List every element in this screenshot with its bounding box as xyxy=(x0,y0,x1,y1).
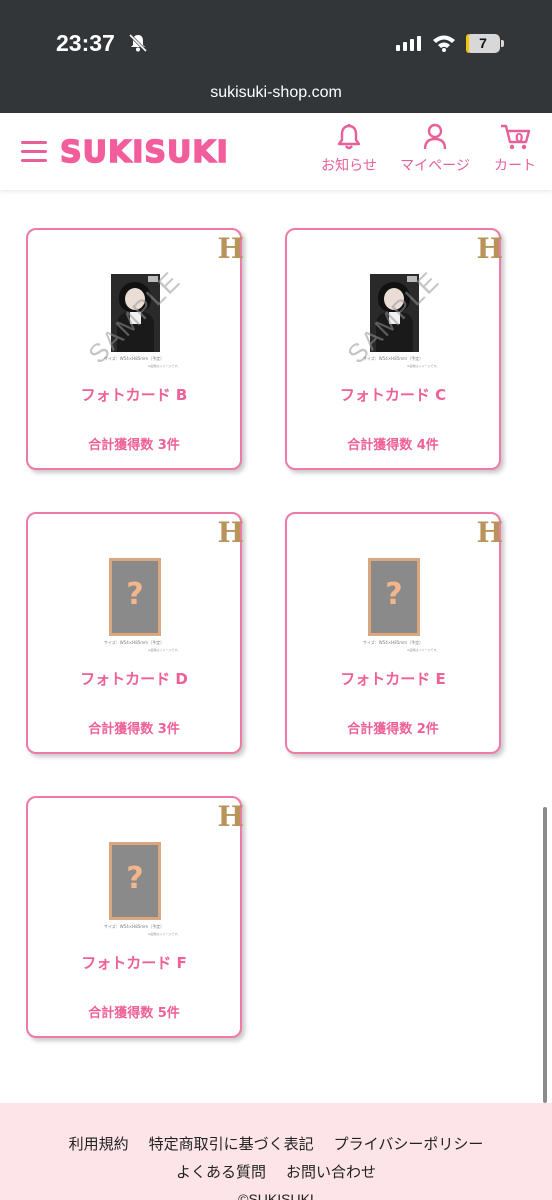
card-title: フォトカード D xyxy=(80,670,188,688)
cart-label: カート xyxy=(494,158,536,174)
battery-icon: 7 xyxy=(466,34,500,53)
bell-muted-icon xyxy=(128,33,148,57)
mypage-label: マイページ xyxy=(400,158,470,174)
image-note: ※画像はイメージです。 xyxy=(147,364,181,368)
photocard-item[interactable]: H SAMPLE サイズ：W54×H85mm（予定） ※画像はイメージです。 フ… xyxy=(26,228,244,470)
grade-badge: H xyxy=(217,516,244,549)
footer-link-contact[interactable]: お問い合わせ xyxy=(286,1163,376,1181)
footer-link-commerce-law[interactable]: 特定商取引に基づく表記 xyxy=(149,1135,314,1153)
question-mark-icon: ? xyxy=(126,861,144,896)
card-title: フォトカード F xyxy=(81,954,187,972)
photocard-item[interactable]: H SAMPLE サイズ：W54×H85mm（予定） ※画像はイメージです。 フ… xyxy=(285,228,503,470)
card-count: 合計獲得数 5件 xyxy=(88,1006,180,1021)
question-mark-icon: ? xyxy=(385,577,403,612)
image-note: ※画像はイメージです。 xyxy=(406,648,440,652)
grade-badge: H xyxy=(217,232,244,265)
bell-icon xyxy=(337,124,361,150)
mystery-card-image: ? xyxy=(109,558,161,636)
size-note: サイズ：W54×H85mm（予定） xyxy=(362,640,424,645)
card-count: 合計獲得数 2件 xyxy=(347,722,439,737)
cart-count-badge: 0 xyxy=(515,131,524,145)
cart-button[interactable]: 0 カート xyxy=(493,123,537,175)
card-title: フォトカード B xyxy=(80,386,188,404)
battery-level-fill xyxy=(466,34,469,53)
grade-badge: H xyxy=(476,516,503,549)
status-time: 23:37 xyxy=(56,30,115,56)
page-scrollbar[interactable] xyxy=(543,807,547,1103)
question-mark-icon: ? xyxy=(126,577,144,612)
image-note: ※画像はイメージです。 xyxy=(406,364,440,368)
battery-cap xyxy=(501,40,504,47)
card-title: フォトカード C xyxy=(339,386,447,404)
grade-badge: H xyxy=(476,232,503,265)
site-logo[interactable]: SUKISUKI xyxy=(59,134,229,171)
size-note: サイズ：W54×H85mm（予定） xyxy=(362,356,424,361)
footer-link-faq[interactable]: よくある質問 xyxy=(176,1163,266,1181)
notifications-label: お知らせ xyxy=(321,158,377,174)
mypage-button[interactable]: マイページ xyxy=(400,123,470,175)
mystery-card-image: ? xyxy=(109,842,161,920)
battery-percent: 7 xyxy=(479,35,487,51)
grade-badge: H xyxy=(217,800,244,833)
mystery-card-image: ? xyxy=(368,558,420,636)
cellular-signal-icon xyxy=(396,36,421,51)
photocard-item[interactable]: H ? サイズ：W54×H85mm（予定） ※画像はイメージです。 フォトカード… xyxy=(26,512,244,754)
size-note: サイズ：W54×H85mm（予定） xyxy=(103,924,165,929)
copyright: ©SUKISUKI xyxy=(238,1191,314,1200)
menu-icon[interactable] xyxy=(21,141,47,163)
status-bar: 23:37 7 xyxy=(0,0,552,76)
address-bar[interactable]: sukisuki-shop.com xyxy=(0,76,552,113)
card-title: フォトカード E xyxy=(340,670,446,688)
size-note: サイズ：W54×H85mm（予定） xyxy=(103,356,165,361)
site-header: SUKISUKI お知らせ マイページ 0 カート xyxy=(0,113,552,190)
footer-link-privacy[interactable]: プライバシーポリシー xyxy=(334,1135,484,1153)
site-footer: 利用規約 特定商取引に基づく表記 プライバシーポリシー よくある質問 お問い合わせ ©… xyxy=(0,1103,552,1200)
card-count: 合計獲得数 3件 xyxy=(88,722,180,737)
card-count: 合計獲得数 4件 xyxy=(347,438,439,453)
footer-link-terms[interactable]: 利用規約 xyxy=(69,1135,129,1153)
photocard-item[interactable]: H ? サイズ：W54×H85mm（予定） ※画像はイメージです。 フォトカード… xyxy=(26,796,244,1038)
size-note: サイズ：W54×H85mm（予定） xyxy=(103,640,165,645)
image-note: ※画像はイメージです。 xyxy=(147,932,181,936)
image-note: ※画像はイメージです。 xyxy=(147,648,181,652)
photocard-item[interactable]: H ? サイズ：W54×H85mm（予定） ※画像はイメージです。 フォトカード… xyxy=(285,512,503,754)
notifications-button[interactable]: お知らせ xyxy=(321,123,377,175)
card-count: 合計獲得数 3件 xyxy=(88,438,180,453)
user-icon xyxy=(423,123,447,150)
wifi-icon xyxy=(432,34,456,56)
